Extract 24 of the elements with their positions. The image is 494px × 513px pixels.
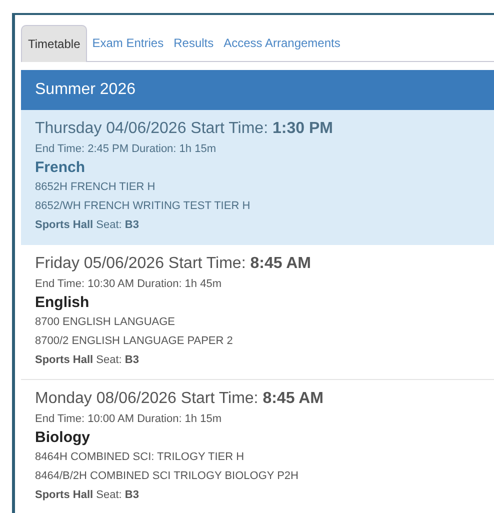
exam-subject: English xyxy=(35,293,90,313)
exam-component: 8700 ENGLISH LANGUAGE xyxy=(35,315,176,330)
exam-card[interactable]: Thursday 04/06/2026 Start Time: 1:30 PM End Time: 2:45 PM Duration: 1h 15m French 8652H FRENCH TIER H 8652/WH FRENCH WRITING TEST TIER H Sports Hall Seat: B3 xyxy=(21,110,494,245)
exam-end-duration: End Time: 2:45 PM Duration: 1h 15m xyxy=(35,142,217,157)
exam-start: Friday 05/06/2026 Start Time: 8:45 AM xyxy=(35,254,312,274)
exam-room-seat: Sports Hall Seat: B3 xyxy=(35,351,494,370)
tab[interactable]: Exam Entries xyxy=(87,24,169,61)
tab[interactable]: Access Arrangements xyxy=(218,24,346,61)
tab[interactable]: Timetable xyxy=(21,25,88,62)
exam-component: 8652H FRENCH TIER H xyxy=(35,180,156,195)
exam-room-seat: Sports Hall Seat: B3 xyxy=(35,216,494,235)
exam-end-duration: End Time: 10:00 AM Duration: 1h 15m xyxy=(35,412,222,427)
exam-component: 8652/WH FRENCH WRITING TEST TIER H xyxy=(35,199,252,214)
exam-start: Monday 08/06/2026 Start Time: 8:45 AM xyxy=(35,389,324,409)
tab[interactable]: Results xyxy=(168,24,219,61)
exam-subject: Biology xyxy=(35,428,91,448)
series-header: Summer 2026 xyxy=(21,70,494,110)
exam-subject: French xyxy=(35,158,86,178)
exam-end-duration: End Time: 10:30 AM Duration: 1h 45m xyxy=(35,277,222,292)
exam-room-seat: Sports Hall Seat: B3 xyxy=(35,486,494,505)
exam-start: Thursday 04/06/2026 Start Time: 1:30 PM xyxy=(35,119,334,139)
exam-component: 8464/B/2H COMBINED SCI TRILOGY BIOLOGY P2H xyxy=(35,469,300,484)
exam-component: 8700/2 ENGLISH LANGUAGE PAPER 2 xyxy=(35,334,234,349)
exam-component: 8464H COMBINED SCI: TRILOGY TIER H xyxy=(35,450,246,465)
